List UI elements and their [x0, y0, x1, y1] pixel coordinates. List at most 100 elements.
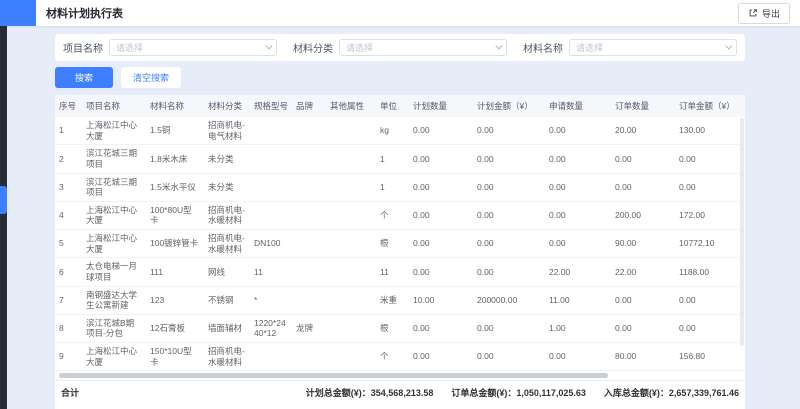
column-header: 申请数量	[545, 95, 611, 117]
table-cell: 0.00	[675, 314, 745, 342]
table-cell: 0.00	[611, 314, 675, 342]
table-cell: 1	[376, 145, 409, 173]
table-cell: 招商机电-电气材料	[204, 117, 250, 145]
table-cell: 滨江花城三期项目	[82, 145, 146, 173]
search-button[interactable]: 搜索	[55, 67, 113, 88]
table-cell	[326, 117, 376, 145]
table-cell: 130.00	[675, 117, 745, 145]
filter-group-material: 材料名称 请选择	[523, 39, 737, 56]
table-cell: 0.00	[611, 145, 675, 173]
table-cell: 0.00	[473, 314, 545, 342]
table-cell: 招商机电-水暖材料	[204, 201, 250, 229]
table-cell	[292, 201, 326, 229]
table-cell: 根	[376, 230, 409, 258]
table-row[interactable]: 5上海松江中心大厦100镀锌管卡招商机电-水暖材料DN100根0.000.000…	[55, 230, 745, 258]
horizontal-scrollbar[interactable]	[59, 373, 608, 378]
column-header: 其他属性	[326, 95, 376, 117]
table-cell: *	[250, 286, 292, 314]
table-cell	[292, 230, 326, 258]
left-sidebar-rail	[0, 26, 7, 409]
table-cell	[250, 343, 292, 371]
table-row[interactable]: 7南钢盛达大学生公寓新建123不锈钢*米重10.00200000.0011.00…	[55, 286, 745, 314]
table-cell: 12石膏板	[146, 314, 204, 342]
table-cell: 200000.00	[473, 286, 545, 314]
table-cell: 123	[146, 286, 204, 314]
table-cell	[250, 173, 292, 201]
column-header: 订单金额（¥）	[675, 95, 745, 117]
table-cell	[326, 343, 376, 371]
table-cell	[326, 173, 376, 201]
table-cell: 0.00	[545, 173, 611, 201]
summary-total: 计划总金额(¥)：354,568,213.58	[306, 386, 434, 399]
column-header: 订单数量	[611, 95, 675, 117]
table-row[interactable]: 8滨江花城B期项目-分包12石膏板墙面辅材1220*2440*12龙牌根0.00…	[55, 314, 745, 342]
table-row[interactable]: 1上海松江中心大厦1.5铜招商机电-电气材料kg0.000.000.0020.0…	[55, 117, 745, 145]
page-title: 材料计划执行表	[46, 5, 123, 21]
table-cell: 0.00	[611, 173, 675, 201]
table-cell: 滨江花城三期项目	[82, 173, 146, 201]
horizontal-scrollbar-track	[57, 372, 743, 379]
table-cell: 个	[376, 343, 409, 371]
material-category-select[interactable]: 请选择	[339, 39, 507, 56]
table-cell: 太仓电梯一月球项目	[82, 258, 146, 286]
export-button-label: 导出	[762, 7, 780, 20]
table-cell: 米重	[376, 286, 409, 314]
sidebar-expand-handle[interactable]	[0, 186, 7, 214]
vertical-scrollbar[interactable]	[740, 118, 744, 346]
clear-search-button[interactable]: 清空搜索	[121, 67, 181, 88]
table-cell: 0.00	[409, 145, 473, 173]
table-row[interactable]: 3滨江花城三期项目1.5米水平仪未分类10.000.000.000.000.00	[55, 173, 745, 201]
table-cell: 南钢盛达大学生公寓新建	[82, 286, 146, 314]
table-row[interactable]: 9上海松江中心大厦150*10U型卡招商机电-水暖材料个0.000.000.00…	[55, 343, 745, 371]
material-category-placeholder: 请选择	[346, 41, 373, 54]
table-cell: 200.00	[611, 201, 675, 229]
table-cell: 0.00	[545, 145, 611, 173]
summary-totals: 计划总金额(¥)：354,568,213.58订单总金额(¥)：1,050,11…	[306, 386, 739, 399]
table-cell	[292, 343, 326, 371]
summary-row: 合计 计划总金额(¥)：354,568,213.58订单总金额(¥)：1,050…	[55, 380, 745, 404]
chevron-down-icon	[265, 43, 272, 50]
table-cell: 100*80U型卡	[146, 201, 204, 229]
table-row[interactable]: 6太仓电梯一月球项目111网线11110.000.0022.0022.00118…	[55, 258, 745, 286]
table-cell: 龙牌	[292, 314, 326, 342]
table-cell: 0.00	[409, 173, 473, 201]
table-cell: 0.00	[473, 343, 545, 371]
column-header: 计划金额（¥）	[473, 95, 545, 117]
table-cell: 不锈钢	[204, 286, 250, 314]
table-cell: 22.00	[611, 258, 675, 286]
table-cell: 9	[55, 343, 82, 371]
topbar: 材料计划执行表 导出	[0, 0, 800, 26]
table-cell: 150*10U型卡	[146, 343, 204, 371]
project-name-select[interactable]: 请选择	[109, 39, 277, 56]
table-cell: 8	[55, 314, 82, 342]
chevron-down-icon	[495, 43, 502, 50]
table-cell: 10772.10	[675, 230, 745, 258]
project-name-label: 项目名称	[63, 40, 103, 55]
export-button[interactable]: 导出	[738, 3, 790, 24]
table-cell	[326, 258, 376, 286]
table-cell: 滨江花城B期项目-分包	[82, 314, 146, 342]
filter-actions: 搜索 清空搜索	[55, 67, 745, 88]
table-cell: 111	[146, 258, 204, 286]
table-cell: DN100	[250, 230, 292, 258]
table-row[interactable]: 4上海松江中心大厦100*80U型卡招商机电-水暖材料个0.000.000.00…	[55, 201, 745, 229]
table-cell: 0.00	[675, 286, 745, 314]
table-cell	[292, 258, 326, 286]
table-row[interactable]: 2滨江花城三期项目1.8米木床未分类10.000.000.000.000.00	[55, 145, 745, 173]
table-cell: 1.8米木床	[146, 145, 204, 173]
table-cell: 0.00	[473, 173, 545, 201]
material-name-select[interactable]: 请选择	[569, 39, 737, 56]
materials-table-card: 序号项目名称材料名称材料分类规格型号品牌其他属性单位计划数量计划金额（¥）申请数…	[55, 95, 745, 409]
table-cell: 个	[376, 201, 409, 229]
table-cell: 1	[55, 117, 82, 145]
project-name-placeholder: 请选择	[116, 41, 143, 54]
column-header: 规格型号	[250, 95, 292, 117]
column-header: 序号	[55, 95, 82, 117]
table-cell	[326, 145, 376, 173]
table-cell: 11	[376, 258, 409, 286]
summary-total-label: 合计	[61, 386, 79, 399]
table-cell: 0.00	[473, 117, 545, 145]
table-cell: 1188.00	[675, 258, 745, 286]
filter-group-category: 材料分类 请选择	[293, 39, 507, 56]
column-header: 单位	[376, 95, 409, 117]
